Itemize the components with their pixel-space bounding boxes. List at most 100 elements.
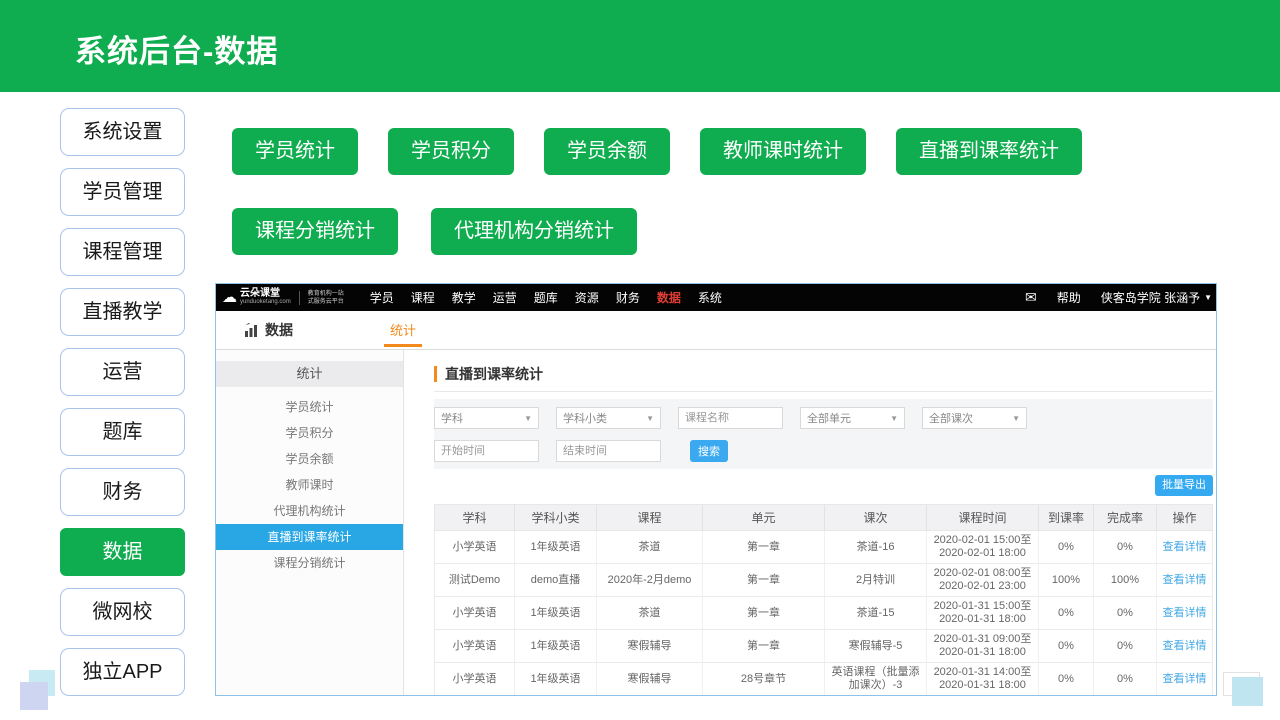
nav-item-system[interactable]: 系统 — [698, 289, 722, 306]
cell-subject: 小学英语 — [435, 630, 515, 662]
cell-lesson: 英语课程（批量添加课次）-3 — [825, 663, 927, 695]
teacher-hours-stats-button[interactable]: 教师课时统计 — [700, 128, 866, 175]
filter-panel: 学科▼ 学科小类▼ 全部单元▼ 全部课次▼ 搜索 — [434, 399, 1213, 469]
course-name-input[interactable] — [678, 407, 783, 429]
cell-subject: 测试Demo — [435, 564, 515, 596]
col-header-unit: 单元 — [703, 505, 825, 530]
nav-item-question-bank[interactable]: 题库 — [534, 289, 558, 306]
sidebar-item-course-mgmt[interactable]: 课程管理 — [60, 228, 185, 276]
batch-export-button[interactable]: 批量导出 — [1155, 475, 1213, 496]
page: 系统后台-数据 系统设置 学员管理 课程管理 直播教学 运营 题库 财务 数据 … — [0, 0, 1280, 720]
student-points-button[interactable]: 学员积分 — [388, 128, 514, 175]
cell-course: 茶道 — [597, 531, 703, 563]
col-header-attendance-rate: 到课率 — [1039, 505, 1094, 530]
topbar-right: ✉ 帮助 侠客岛学院 张涵予 ▼ — [1025, 289, 1212, 306]
nav-item-students[interactable]: 学员 — [370, 289, 394, 306]
sidebar-item-operations[interactable]: 运营 — [60, 348, 185, 396]
sidebar-item-student-mgmt[interactable]: 学员管理 — [60, 168, 185, 216]
student-balance-button[interactable]: 学员余额 — [544, 128, 670, 175]
unit-select[interactable]: 全部单元▼ — [800, 407, 905, 429]
panel-item-course-distribution-stats[interactable]: 课程分销统计 — [216, 550, 403, 576]
col-header-lesson: 课次 — [825, 505, 927, 530]
nav-item-data[interactable]: 数据 — [657, 289, 681, 306]
panel-item-student-stats[interactable]: 学员统计 — [216, 394, 403, 420]
subcategory-select[interactable]: 学科小类▼ — [556, 407, 661, 429]
table-row: 小学英语 1年级英语 茶道 第一章 茶道-16 2020-02-01 15:00… — [434, 531, 1213, 564]
sidebar-item-live-teaching[interactable]: 直播教学 — [60, 288, 185, 336]
cell-attendance-rate: 0% — [1039, 597, 1094, 629]
table-row: 测试Demo demo直播 2020年-2月demo 第一章 2月特训 2020… — [434, 564, 1213, 597]
sidebar: 系统设置 学员管理 课程管理 直播教学 运营 题库 财务 数据 微网校 独立AP… — [60, 108, 185, 696]
view-details-link[interactable]: 查看详情 — [1163, 640, 1207, 653]
panel-item-teacher-hours[interactable]: 教师课时 — [216, 472, 403, 498]
cell-lesson: 2月特训 — [825, 564, 927, 596]
view-details-link[interactable]: 查看详情 — [1163, 541, 1207, 554]
lesson-select[interactable]: 全部课次▼ — [922, 407, 1027, 429]
nav-item-courses[interactable]: 课程 — [411, 289, 435, 306]
sidebar-item-finance[interactable]: 财务 — [60, 468, 185, 516]
help-link[interactable]: 帮助 — [1057, 289, 1081, 306]
cell-completion-rate: 0% — [1094, 630, 1157, 662]
nav-item-teaching[interactable]: 教学 — [452, 289, 476, 306]
quick-buttons-row-2: 课程分销统计 代理机构分销统计 — [232, 208, 637, 255]
subject-select[interactable]: 学科▼ — [434, 407, 539, 429]
panel-item-live-attendance-stats[interactable]: 直播到课率统计 — [216, 524, 403, 550]
cell-unit: 28号章节 — [703, 663, 825, 695]
table-row: 小学英语 1年级英语 茶道 第一章 茶道-15 2020-01-31 15:00… — [434, 597, 1213, 630]
tab-statistics[interactable]: 统计 — [384, 311, 422, 347]
logo-text: 云朵课堂 — [240, 289, 291, 298]
cell-unit: 第一章 — [703, 564, 825, 596]
nav-item-finance[interactable]: 财务 — [616, 289, 640, 306]
cell-unit: 第一章 — [703, 630, 825, 662]
cell-subcategory: 1年级英语 — [515, 597, 597, 629]
cloud-icon: ☁ — [222, 290, 237, 305]
search-button[interactable]: 搜索 — [690, 440, 728, 462]
panel-item-student-balance[interactable]: 学员余额 — [216, 446, 403, 472]
table-row: 小学英语 1年级英语 寒假辅导 第一章 寒假辅导-5 2020-01-31 09… — [434, 630, 1213, 663]
panel-item-agency-stats[interactable]: 代理机构统计 — [216, 498, 403, 524]
sidebar-item-data[interactable]: 数据 — [60, 528, 185, 576]
cell-completion-rate: 100% — [1094, 564, 1157, 596]
bar-chart-icon — [244, 323, 259, 337]
nav-item-operations[interactable]: 运营 — [493, 289, 517, 306]
cell-time: 2020-01-31 09:00至2020-01-31 18:00 — [927, 630, 1039, 662]
live-attendance-stats-button[interactable]: 直播到课率统计 — [896, 128, 1082, 175]
cell-unit: 第一章 — [703, 597, 825, 629]
stats-main: 直播到课率统计 学科▼ 学科小类▼ 全部单元▼ 全部课次▼ — [434, 350, 1213, 695]
student-stats-button[interactable]: 学员统计 — [232, 128, 358, 175]
sidebar-item-micro-school[interactable]: 微网校 — [60, 588, 185, 636]
view-details-link[interactable]: 查看详情 — [1163, 607, 1207, 620]
view-details-link[interactable]: 查看详情 — [1163, 673, 1207, 686]
account-menu[interactable]: 侠客岛学院 张涵予 ▼ — [1101, 289, 1212, 306]
sidebar-item-question-bank[interactable]: 题库 — [60, 408, 185, 456]
cell-course: 寒假辅导 — [597, 663, 703, 695]
breadcrumb: 数据 — [244, 311, 293, 349]
logo-url: yunduoketang.com — [240, 298, 291, 307]
col-header-completion-rate: 完成率 — [1094, 505, 1157, 530]
sidebar-item-system-settings[interactable]: 系统设置 — [60, 108, 185, 156]
chevron-down-icon: ▼ — [1012, 414, 1020, 423]
panel-item-student-points[interactable]: 学员积分 — [216, 420, 403, 446]
mail-icon[interactable]: ✉ — [1025, 289, 1037, 306]
col-header-actions: 操作 — [1157, 505, 1212, 530]
chevron-down-icon: ▼ — [646, 414, 654, 423]
cell-time: 2020-01-31 15:00至2020-01-31 18:00 — [927, 597, 1039, 629]
logo[interactable]: ☁ 云朵课堂 yunduoketang.com 教育机构一站 式服务云平台 — [222, 289, 344, 307]
start-time-input[interactable] — [434, 440, 539, 462]
cell-subcategory: 1年级英语 — [515, 630, 597, 662]
end-time-input[interactable] — [556, 440, 661, 462]
chevron-down-icon: ▼ — [524, 414, 532, 423]
cell-attendance-rate: 0% — [1039, 663, 1094, 695]
decor-square-cyan-right — [1232, 677, 1263, 706]
sidebar-item-standalone-app[interactable]: 独立APP — [60, 648, 185, 696]
table-header-row: 学科 学科小类 课程 单元 课次 课程时间 到课率 完成率 操作 — [434, 504, 1213, 531]
agency-distribution-stats-button[interactable]: 代理机构分销统计 — [431, 208, 637, 255]
title-accent-bar — [434, 366, 437, 382]
quick-buttons-row-1: 学员统计 学员积分 学员余额 教师课时统计 直播到课率统计 — [232, 128, 1082, 175]
breadcrumb-label: 数据 — [265, 320, 293, 340]
cell-completion-rate: 0% — [1094, 597, 1157, 629]
cell-time: 2020-02-01 15:00至2020-02-01 18:00 — [927, 531, 1039, 563]
nav-item-resources[interactable]: 资源 — [575, 289, 599, 306]
view-details-link[interactable]: 查看详情 — [1163, 574, 1207, 587]
course-distribution-stats-button[interactable]: 课程分销统计 — [232, 208, 398, 255]
